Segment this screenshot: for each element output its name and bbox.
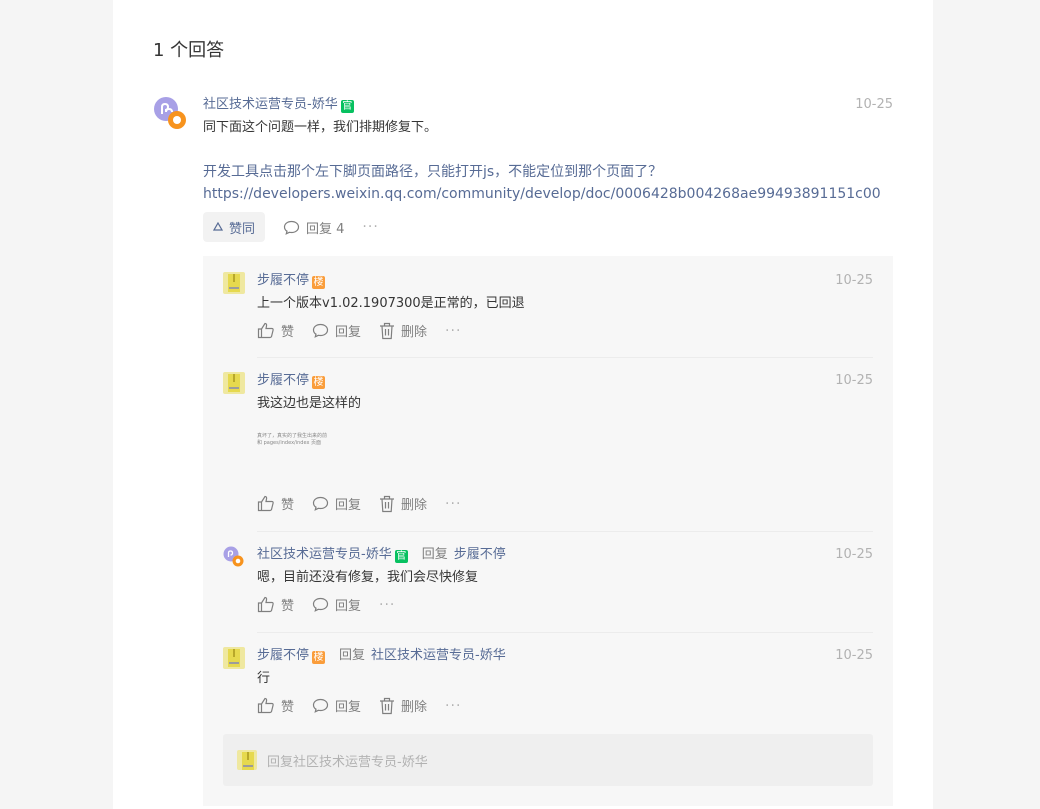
thumbs-up-icon [257,495,274,512]
delete-button[interactable]: 删除 [379,494,427,513]
more-button[interactable]: ··· [379,597,395,613]
reply-time: 10-25 [835,648,873,663]
avatar[interactable] [223,372,245,394]
like-label: 赞同 [229,221,256,237]
reply-input-placeholder: 回复社区技术运营专员-娇华 [267,755,428,770]
reply-content: 我这边也是这样的 [257,396,362,411]
reply-button[interactable]: 回复 [312,595,361,614]
answer-author-name[interactable]: 社区技术运营专员-娇华 [203,97,338,112]
official-avatar-icon[interactable] [153,96,189,132]
answer-actions: 赞同 回复 4 ··· [203,212,893,242]
comment-icon [312,597,329,612]
trash-icon [380,322,395,339]
divider [257,531,873,532]
thumbs-up-icon [257,596,274,613]
delete-label: 删除 [401,325,428,340]
trash-icon [380,697,395,714]
floor-badge: 楼 [312,276,326,289]
more-button[interactable]: ··· [445,698,461,714]
comment-icon [312,496,329,511]
divider [257,632,873,633]
like-button[interactable]: 赞 [257,494,294,513]
floor-badge: 楼 [312,651,326,664]
reply-label: 回复 [335,325,362,340]
reply-author-name[interactable]: 步履不停 [257,373,309,388]
delete-label: 删除 [401,498,428,513]
like-label: 赞 [281,700,295,715]
reply-label: 回复 [335,700,362,715]
avatar[interactable] [223,647,245,669]
reply-actions: 赞 回复 删除 ··· [257,696,873,715]
reply-author-name[interactable]: 社区技术运营专员-娇华 [257,547,392,562]
thumbs-up-icon [257,322,274,339]
official-avatar-icon[interactable] [223,546,245,568]
image-text-line: 真坏了，真实的了我生出来的前 [257,433,328,439]
reply-button[interactable]: 回复 [312,321,361,340]
reply-time: 10-25 [835,373,873,388]
image-text-line: 和 pages/index/index 页面 [257,440,321,446]
answer-link-question[interactable]: 开发工具点击那个左下脚页面路径，只能打开js，不能定位到那个页面了？ [203,161,893,183]
comment-icon [312,698,329,713]
like-button[interactable]: 赞 [257,321,294,340]
reply-time: 10-25 [835,273,873,288]
trash-icon [380,495,395,512]
reply-button[interactable]: 回复 [312,696,361,715]
like-label: 赞 [281,498,295,513]
like-label: 赞 [281,599,295,614]
floor-badge: 楼 [312,376,326,389]
reply-button[interactable]: 回复 4 [283,218,344,237]
delete-button[interactable]: 删除 [379,321,427,340]
delete-button[interactable]: 删除 [379,696,427,715]
answer-time: 10-25 [855,97,893,112]
reply-target-name[interactable]: 社区技术运营专员-娇华 [371,648,506,663]
answer-content: 同下面这个问题一样，我们排期修复下。 开发工具点击那个左下脚页面路径，只能打开j… [203,117,893,205]
like-button[interactable]: 赞 [257,595,294,614]
like-button[interactable]: 赞同 [203,212,266,242]
reply-author-name[interactable]: 步履不停 [257,273,309,288]
like-label: 赞 [281,325,295,340]
answers-panel: 1 个回答 社区技术运营专员-娇华官 10-25 同下面这个问题一样，我们排期修… [113,0,933,809]
divider [257,357,873,358]
avatar [237,750,257,770]
reply-to-word: 回复 [421,547,448,562]
reply-input-box[interactable]: 回复社区技术运营专员-娇华 [223,734,873,786]
more-button[interactable]: ··· [362,219,378,235]
reply-button[interactable]: 回复 [312,494,361,513]
reply-content: 嗯，目前还没有修复，我们会尽快修复 [257,570,479,585]
replies-container: 步履不停楼 10-25 上一个版本v1.02.1907300是正常的，已回退 赞… [203,256,893,806]
reply-actions: 赞 回复 ··· [257,595,873,614]
avatar[interactable] [223,272,245,294]
reply-actions: 赞 回复 删除 ··· [257,494,873,513]
reply-label: 回复 [335,599,362,614]
thumbs-up-icon [257,697,274,714]
reply-target-name[interactable]: 步履不停 [454,547,506,562]
comment-icon [312,323,329,338]
official-badge: 官 [394,550,408,563]
more-button[interactable]: ··· [445,323,461,339]
reply-label: 回复 4 [306,221,345,237]
reply-time: 10-25 [835,547,873,562]
triangle-up-icon [213,222,223,231]
answers-count-title: 1 个回答 [153,40,225,61]
reply-content: 行 [257,671,271,686]
answer-link-url[interactable]: https://developers.weixin.qq.com/communi… [203,183,893,205]
comment-icon [283,220,300,235]
reply-actions: 赞 回复 删除 ··· [257,321,873,340]
reply-label: 回复 [335,498,362,513]
more-button[interactable]: ··· [445,496,461,512]
reply-to-word: 回复 [339,648,366,663]
attached-image[interactable]: 真坏了，真实的了我生出来的前 和 pages/index/index 页面 [257,433,873,485]
like-button[interactable]: 赞 [257,696,294,715]
reply-author-name[interactable]: 步履不停 [257,648,309,663]
reply-content: 上一个版本v1.02.1907300是正常的，已回退 [257,296,525,311]
delete-label: 删除 [401,700,428,715]
official-badge: 官 [340,100,354,113]
answer-text: 同下面这个问题一样，我们排期修复下。 [203,120,438,135]
